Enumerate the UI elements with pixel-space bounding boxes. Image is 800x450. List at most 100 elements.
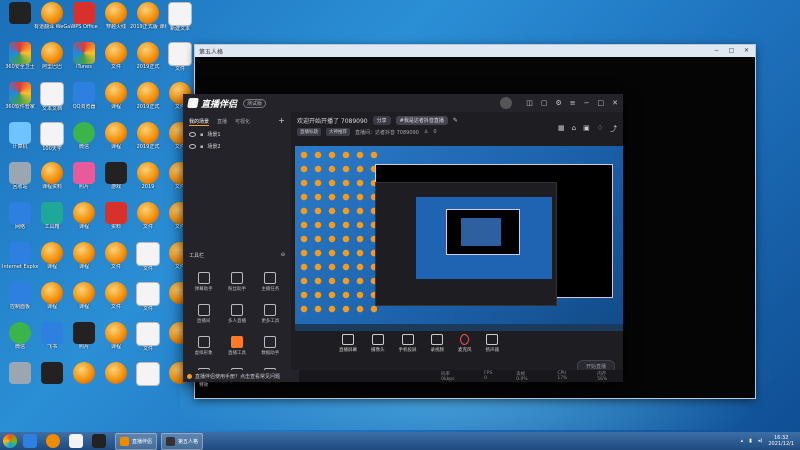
- control-phone-cast[interactable]: 手机投屏: [399, 334, 417, 353]
- add-scene-icon[interactable]: +: [278, 117, 285, 126]
- control-camera[interactable]: 摄像头: [371, 334, 385, 353]
- desktop-icon[interactable]: 课程: [34, 242, 70, 282]
- desktop-icon[interactable]: 文件: [130, 322, 166, 362]
- desktop-icon[interactable]: [2, 362, 38, 402]
- desktop-icon[interactable]: 课程: [98, 122, 134, 162]
- share-button[interactable]: 分享: [372, 116, 391, 125]
- tool-item[interactable]: 数据助手: [254, 336, 287, 356]
- desktop-icon[interactable]: 阿里巴巴: [34, 42, 70, 82]
- desktop-icon[interactable]: 穿越火线: [98, 2, 134, 42]
- volume-icon[interactable]: ◂): [758, 438, 762, 444]
- notice-text[interactable]: 直播伴侣使用手册？点击查看常见问题: [195, 373, 280, 380]
- desktop-icon[interactable]: 游戏: [98, 162, 134, 202]
- background-window-titlebar[interactable]: 第五人格 − □ ✕: [195, 45, 755, 57]
- share-icon[interactable]: ⤴: [610, 124, 617, 134]
- desktop-icon[interactable]: 飞书: [34, 322, 70, 362]
- tab-live[interactable]: 直播: [217, 118, 227, 126]
- minimize-icon[interactable]: −: [584, 99, 590, 107]
- tool-item[interactable]: 直播间: [187, 304, 220, 324]
- close-icon[interactable]: ✕: [612, 99, 618, 107]
- desktop-icon[interactable]: 照片: [66, 162, 102, 202]
- minimize-icon[interactable]: −: [712, 47, 721, 55]
- desktop-icon[interactable]: 控制面板: [2, 282, 38, 322]
- desktop-icon[interactable]: 课程: [98, 82, 134, 122]
- tab-visual[interactable]: 可视化: [235, 118, 250, 126]
- room-title-tag[interactable]: #我是达者抖音直播: [395, 116, 448, 125]
- taskbar-app-button[interactable]: 第五人格: [161, 432, 204, 450]
- desktop-icon[interactable]: 文件: [98, 282, 134, 322]
- desktop-icon[interactable]: 有道翻译 WeGame版: [34, 2, 70, 42]
- desktop-icon[interactable]: 2019正式: [130, 122, 166, 162]
- desktop-icon[interactable]: iTunes: [66, 42, 102, 82]
- desktop-icon[interactable]: [2, 2, 38, 42]
- desktop-icon[interactable]: WPS Office: [66, 2, 102, 42]
- scene-item[interactable]: ▪ 场景2: [183, 138, 291, 150]
- desktop-icon[interactable]: 课程: [34, 282, 70, 322]
- desktop-icon[interactable]: 文件: [98, 242, 134, 282]
- desktop-icon[interactable]: Internet Explorer: [2, 242, 38, 282]
- desktop-icon[interactable]: 回收站: [2, 162, 38, 202]
- desktop-icon[interactable]: QQ浏览器: [66, 82, 102, 122]
- desktop-icon[interactable]: 网络: [2, 202, 38, 242]
- edit-icon[interactable]: ✎: [453, 117, 458, 124]
- tool-item[interactable]: 粉丝助手: [220, 272, 253, 292]
- desktop-icon[interactable]: 2019正式: [130, 82, 166, 122]
- folder-pinned-icon[interactable]: [69, 434, 83, 448]
- tool-item[interactable]: 更多工具: [254, 304, 287, 324]
- stream-preview[interactable]: [295, 146, 623, 331]
- desktop-icon[interactable]: 文件: [130, 242, 166, 282]
- ie-pinned-icon[interactable]: [23, 434, 37, 448]
- control-screen-capture[interactable]: 直播屏幕: [339, 334, 357, 353]
- lock-icon[interactable]: ⌂: [572, 124, 576, 134]
- desktop-icon[interactable]: 课程: [98, 322, 134, 362]
- desktop-icon[interactable]: 100天学: [34, 122, 70, 162]
- grid-icon[interactable]: ▦: [558, 124, 565, 134]
- desktop-icon[interactable]: 课程: [66, 282, 102, 322]
- control-microphone[interactable]: 麦克风: [458, 334, 472, 353]
- taskbar-app-button[interactable]: 直播伴侣: [115, 432, 158, 450]
- streaming-app-window[interactable]: 直播伴侣 测试版 ◫ ▢ ⚙ ≡ − □ ✕ 我的场景 直播 可视化 + ▪ 场…: [183, 94, 623, 388]
- network-icon[interactable]: ▮: [749, 438, 752, 444]
- tab-my-scenes[interactable]: 我的场景: [189, 118, 210, 126]
- user-avatar[interactable]: [500, 97, 513, 109]
- gift-icon[interactable]: ▣: [583, 124, 590, 134]
- desktop-icon[interactable]: 工具箱: [34, 202, 70, 242]
- desktop-icon[interactable]: 360软件管家: [2, 82, 38, 122]
- lock-icon[interactable]: ▪: [200, 132, 203, 138]
- desktop-icon[interactable]: [66, 362, 102, 402]
- tool-item[interactable]: 主播任务: [254, 272, 287, 292]
- desktop-icon[interactable]: 360安全卫士: [2, 42, 38, 82]
- desktop-icon[interactable]: 计算机: [2, 122, 38, 162]
- game-pinned-icon[interactable]: [92, 434, 106, 448]
- desktop-icon[interactable]: [130, 362, 166, 402]
- scene-item[interactable]: ▪ 场景1: [183, 126, 291, 138]
- eye-icon[interactable]: [189, 144, 196, 149]
- control-record[interactable]: 录视频: [431, 334, 444, 353]
- app-pinned-icon[interactable]: [46, 434, 60, 448]
- desktop-icon[interactable]: [98, 362, 134, 402]
- tool-item[interactable]: 弹幕助手: [187, 272, 220, 292]
- desktop-icon[interactable]: 新建文本: [162, 2, 198, 42]
- desktop-icon[interactable]: 文本文档: [34, 82, 70, 122]
- tray-up-icon[interactable]: ▴: [741, 438, 744, 444]
- recommend-pill[interactable]: 大神推荐: [326, 128, 350, 136]
- desktop-icon[interactable]: 2019正式: [130, 42, 166, 82]
- settings-icon[interactable]: ⚙: [555, 99, 561, 107]
- desktop-icon[interactable]: 文件: [162, 42, 198, 82]
- desktop-icon[interactable]: 文件: [98, 42, 134, 82]
- skin-icon[interactable]: ◫: [526, 99, 533, 107]
- desktop-icon[interactable]: 文件: [130, 282, 166, 322]
- tool-item[interactable]: 虚拟形象: [187, 336, 220, 356]
- desktop-icon[interactable]: 资料: [98, 202, 134, 242]
- desktop-icon[interactable]: 2019正式版 课程: [130, 2, 166, 42]
- desktop-icon[interactable]: [34, 362, 70, 402]
- notice-bar[interactable]: 直播伴侣使用手册？点击查看常见问题: [183, 370, 299, 382]
- tool-item[interactable]: 多人直播: [220, 304, 253, 324]
- tool-item[interactable]: 直播工具: [220, 336, 253, 356]
- clock[interactable]: 16:32 2021/12/1: [768, 435, 794, 447]
- maximize-icon[interactable]: □: [598, 99, 605, 107]
- maximize-icon[interactable]: □: [727, 47, 736, 55]
- room-title-pill[interactable]: 直播标题: [297, 128, 321, 136]
- close-icon[interactable]: ✕: [742, 47, 751, 55]
- desktop-icon[interactable]: 2019: [130, 162, 166, 202]
